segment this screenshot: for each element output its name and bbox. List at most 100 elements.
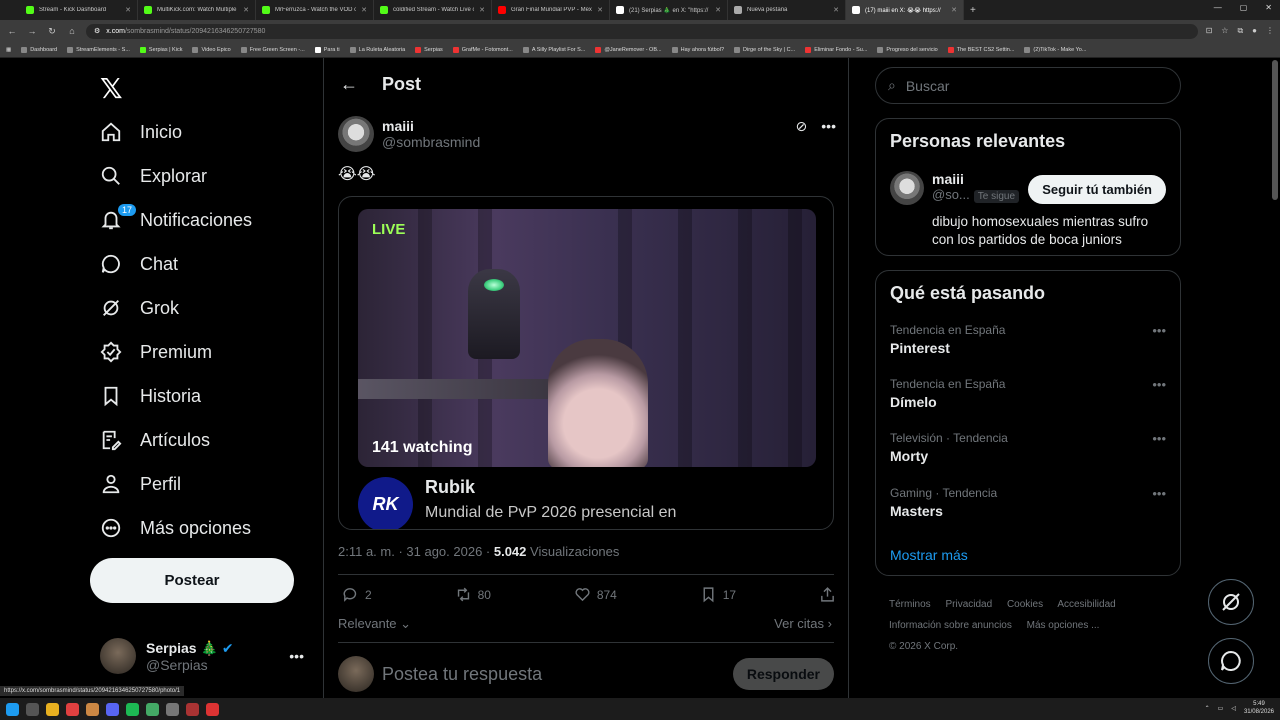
bookmark-item[interactable]: Serpias | Kick: [139, 46, 182, 53]
trend-item[interactable]: Tendencia en España Dímelo •••: [890, 377, 1166, 410]
home-icon[interactable]: ⌂: [66, 26, 78, 36]
bookmark-item[interactable]: @JaneRemover - OB...: [595, 46, 662, 53]
nav-item-notificaciones[interactable]: 17 Notificaciones: [100, 200, 252, 240]
nav-item-explorar[interactable]: Explorar: [100, 156, 207, 196]
show-more-link[interactable]: Mostrar más: [890, 547, 968, 563]
close-icon[interactable]: ✕: [833, 6, 839, 14]
bookmark-item[interactable]: Free Green Screen -...: [240, 46, 305, 53]
follow-back-button[interactable]: Seguir tú también: [1028, 175, 1166, 204]
author-handle[interactable]: @sombrasmind: [382, 134, 480, 150]
bookmark-item[interactable]: Progreso del servicio: [877, 46, 938, 53]
app-icon[interactable]: [186, 702, 199, 716]
browser-tab[interactable]: MultiKick.com: Watch Multiple ✕: [138, 0, 256, 20]
nav-item-perfil[interactable]: Perfil: [100, 464, 181, 504]
more-dots-icon[interactable]: •••: [1152, 377, 1166, 392]
close-window-icon[interactable]: ✕: [1265, 3, 1272, 12]
bookmark-item[interactable]: Dirge of the Sky | C...: [734, 46, 795, 53]
nav-item-chat[interactable]: Chat: [100, 244, 178, 284]
channel-logo[interactable]: RK: [358, 477, 413, 529]
windows-start-icon[interactable]: [6, 702, 19, 716]
grok-fab-button[interactable]: [1208, 579, 1254, 625]
volume-icon[interactable]: ◁: [1231, 705, 1236, 712]
nav-item-mas-opciones[interactable]: Más opciones: [100, 508, 251, 548]
browser-tab[interactable]: MrFerruzca - Watch the VOD o ✕: [256, 0, 374, 20]
nav-item-articulos[interactable]: Artículos: [100, 420, 210, 460]
footer-link[interactable]: Accesibilidad: [1057, 599, 1115, 610]
bookmark-button[interactable]: 17: [700, 586, 736, 603]
browser-tab-active[interactable]: (17) maiii en X: 😭😭 https://✕: [846, 0, 964, 20]
bookmark-item[interactable]: Para ti: [314, 46, 340, 53]
install-icon[interactable]: ⊡: [1206, 26, 1213, 36]
share-button[interactable]: [819, 586, 836, 603]
nav-item-historia[interactable]: Historia: [100, 376, 201, 416]
close-icon[interactable]: ✕: [715, 6, 721, 14]
footer-link[interactable]: Más opciones ...: [1027, 620, 1100, 631]
app-icon[interactable]: [166, 702, 179, 716]
folder-icon[interactable]: [46, 702, 59, 716]
footer-link[interactable]: Cookies: [1007, 599, 1043, 610]
post-button[interactable]: Postear: [90, 558, 294, 603]
bookmark-item[interactable]: La Ruleta Aleatoria: [349, 46, 405, 53]
chat-fab-button[interactable]: [1208, 638, 1254, 684]
avatar[interactable]: [890, 171, 924, 205]
browser-tab[interactable]: Nueva pestaña ✕: [728, 0, 846, 20]
reply-submit-button[interactable]: Responder: [732, 658, 834, 690]
avatar[interactable]: [338, 116, 374, 152]
trend-item[interactable]: Tendencia en España Pinterest •••: [890, 323, 1166, 356]
browser-tab[interactable]: Gran Final Mundial PVP - Mexic ✕: [492, 0, 610, 20]
reply-input[interactable]: Postea tu respuesta: [382, 664, 725, 685]
more-dots-icon[interactable]: •••: [1152, 431, 1166, 446]
minimize-icon[interactable]: —: [1214, 3, 1222, 12]
close-icon[interactable]: ✕: [479, 6, 485, 14]
sort-dropdown[interactable]: Relevante ⌄: [338, 616, 411, 632]
browser-tab[interactable]: (21) Serpias 🎄 en X: "https://✕: [610, 0, 728, 20]
site-info-icon[interactable]: ⚙: [94, 27, 100, 35]
more-dots-icon[interactable]: •••: [821, 118, 836, 135]
bookmark-item[interactable]: Serpias: [415, 46, 443, 53]
repost-button[interactable]: 80: [455, 586, 491, 603]
close-icon[interactable]: ✕: [243, 6, 249, 14]
more-dots-icon[interactable]: •••: [1152, 323, 1166, 338]
star-icon[interactable]: ☆: [1221, 26, 1228, 36]
bookmark-item[interactable]: A Silly Playlist For S...: [522, 46, 585, 53]
reply-button[interactable]: 2: [342, 586, 372, 603]
discord-icon[interactable]: [106, 702, 119, 716]
trend-item[interactable]: Gaming · Tendencia Masters •••: [890, 486, 1166, 519]
nav-item-premium[interactable]: Premium: [100, 332, 212, 372]
stream-card[interactable]: LIVE 141 watching RK Rubik Mundial de Pv…: [338, 196, 834, 530]
browser-tab[interactable]: coldified Stream - Watch Live o ✕: [374, 0, 492, 20]
account-switcher[interactable]: Serpias 🎄 ✔ @Serpias •••: [100, 638, 310, 674]
close-icon[interactable]: ✕: [951, 6, 957, 14]
reload-icon[interactable]: ↻: [46, 26, 58, 37]
trend-item[interactable]: Televisión · Tendencia Morty •••: [890, 431, 1166, 464]
nav-item-inicio[interactable]: Inicio: [100, 112, 182, 152]
nav-item-grok[interactable]: Grok: [100, 288, 179, 328]
stream-video-thumbnail[interactable]: LIVE 141 watching: [358, 209, 816, 467]
app-icon[interactable]: [146, 702, 159, 716]
url-field[interactable]: ⚙ x.com/sombrasmind/status/2094216346250…: [86, 23, 1198, 39]
new-tab-button[interactable]: +: [964, 5, 976, 16]
footer-link[interactable]: Privacidad: [945, 599, 992, 610]
view-quotes-link[interactable]: Ver citas ›: [774, 616, 832, 631]
post-timestamp[interactable]: 2:11 a. m. · 31 ago. 2026 ·: [338, 544, 494, 559]
extensions-icon[interactable]: ⧉: [1237, 26, 1243, 36]
channel-info[interactable]: RK Rubik Mundial de PvP 2026 presencial …: [358, 477, 676, 529]
obs-icon[interactable]: [206, 702, 219, 716]
forward-icon[interactable]: →: [26, 26, 38, 36]
post-author[interactable]: maiii @sombrasmind: [338, 116, 480, 152]
chrome-icon[interactable]: [66, 702, 79, 716]
bookmark-item[interactable]: (2)TikTok - Make Yo...: [1024, 46, 1086, 53]
browser-tab[interactable]: Stream - Kick Dashboard ✕: [20, 0, 138, 20]
bookmark-item[interactable]: Hay ahora fútbol?: [671, 46, 724, 53]
profile-avatar-icon[interactable]: ●: [1252, 26, 1257, 36]
search-input[interactable]: ⌕ Buscar: [875, 67, 1181, 104]
author-name[interactable]: maiii: [382, 118, 480, 134]
footer-link[interactable]: Información sobre anuncios: [889, 620, 1012, 631]
apps-icon[interactable]: ▦: [6, 47, 11, 53]
close-icon[interactable]: ✕: [125, 6, 131, 14]
bookmark-item[interactable]: GrafMe - Fotomont...: [452, 46, 513, 53]
back-icon[interactable]: ←: [6, 26, 18, 36]
search-icon[interactable]: [26, 702, 39, 716]
close-icon[interactable]: ✕: [597, 6, 603, 14]
grok-icon[interactable]: ⊘: [796, 118, 808, 135]
